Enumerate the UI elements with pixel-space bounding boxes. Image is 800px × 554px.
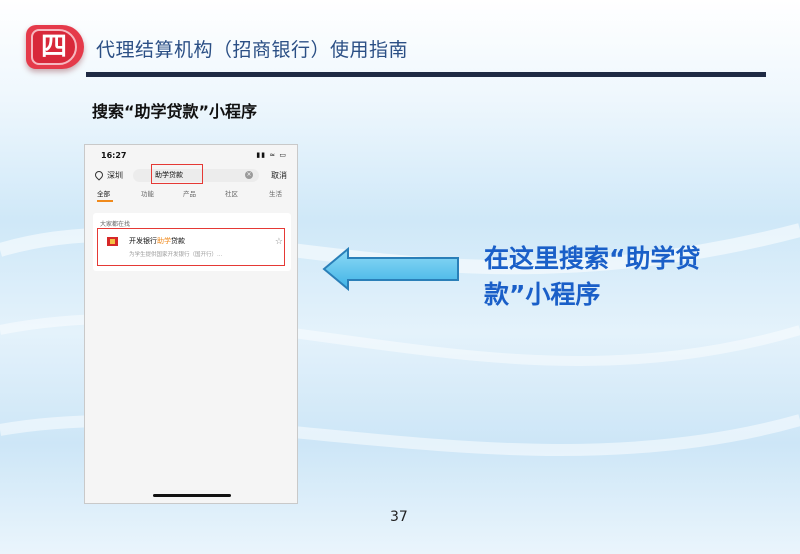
tab-life[interactable]: 生活	[269, 188, 282, 198]
tab-all[interactable]: 全部	[97, 188, 110, 198]
clear-icon[interactable]: ×	[245, 171, 253, 179]
section-number: 四	[31, 29, 77, 65]
search-highlight-box	[151, 164, 203, 184]
search-result-card: 大家都在找 开发银行助学贷款 为学生提供国家开发银行（国开行）... ☆	[93, 213, 291, 271]
section-number-badge: 四	[26, 25, 84, 69]
section-title: 搜索“助学贷款”小程序	[92, 102, 258, 121]
search-tabs: 全部 功能 产品 社区 生活	[97, 188, 287, 202]
active-tab-indicator	[97, 200, 113, 202]
slide-header-title: 代理结算机构（招商银行）使用指南	[96, 39, 409, 61]
location-selector[interactable]: 深圳	[93, 169, 123, 181]
result-section-caption: 大家都在找	[100, 221, 131, 228]
page-number: 37	[390, 509, 408, 525]
location-pin-icon	[93, 169, 105, 181]
tab-features[interactable]: 功能	[141, 188, 154, 198]
header-divider	[86, 72, 766, 77]
phone-screenshot: 16:27 ▮▮ ≈ ▭ 深圳 助学贷款 × 取消 全部 功能 产品 社区 生活…	[84, 144, 298, 504]
status-bar-time: 16:27	[101, 151, 127, 160]
mini-program-description: 为学生提供国家开发银行（国开行）...	[129, 252, 223, 258]
star-icon[interactable]: ☆	[275, 237, 283, 247]
status-bar-icons: ▮▮ ≈ ▭	[256, 151, 287, 159]
mini-program-name[interactable]: 开发银行助学贷款	[129, 236, 185, 246]
callout-text: 在这里搜索“助学贷款”小程序	[484, 244, 701, 309]
location-label: 深圳	[107, 171, 123, 180]
left-arrow-icon	[322, 247, 459, 291]
result-highlight-box[interactable]	[97, 228, 285, 266]
tab-community[interactable]: 社区	[225, 188, 238, 198]
bank-logo-icon	[107, 237, 118, 246]
cancel-button[interactable]: 取消	[271, 170, 287, 181]
tab-products[interactable]: 产品	[183, 188, 196, 198]
home-indicator	[153, 494, 231, 497]
